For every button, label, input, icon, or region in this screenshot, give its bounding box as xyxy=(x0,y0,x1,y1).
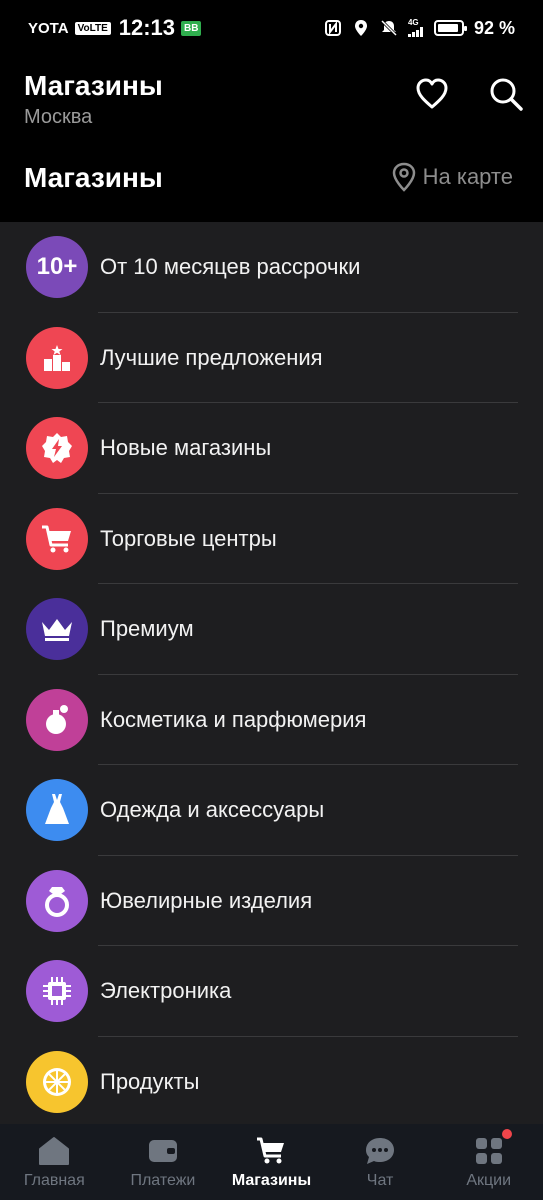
category-icon-bg xyxy=(26,1050,88,1113)
crown-icon xyxy=(42,619,72,642)
category-list: 10+ От 10 месяцев рассрочки Лучшие предл… xyxy=(0,222,543,1124)
category-item-best-offers[interactable]: Лучшие предложения xyxy=(0,313,543,403)
category-item-electronics[interactable]: Электроника xyxy=(0,946,543,1037)
category-icon-bg xyxy=(26,326,88,389)
tab-payments[interactable]: Платежи xyxy=(109,1124,218,1200)
category-icon-bg: 10+ xyxy=(26,236,88,299)
cart-icon xyxy=(42,525,71,553)
cart-icon xyxy=(257,1137,285,1164)
favorites-button[interactable] xyxy=(412,74,452,114)
category-item-clothing[interactable]: Одежда и аксессуары xyxy=(0,765,543,856)
cart-icon-wrap xyxy=(254,1134,288,1168)
category-icon-bg xyxy=(26,869,88,932)
status-left: YOTA VoLTE 12:13 BB xyxy=(28,15,202,41)
lemon-icon xyxy=(43,1067,71,1096)
map-pin-icon xyxy=(392,162,415,192)
search-button[interactable] xyxy=(486,74,526,114)
category-item-installment[interactable]: 10+ От 10 месяцев рассрочки xyxy=(0,222,543,313)
category-icon-bg xyxy=(26,417,88,480)
volte-badge: VoLTE xyxy=(74,21,111,35)
tab-promotions[interactable]: Акции xyxy=(434,1124,543,1200)
category-item-groceries[interactable]: Продукты xyxy=(0,1037,543,1125)
nfc-icon xyxy=(324,20,341,36)
search-icon xyxy=(490,78,523,111)
page-title: Магазины xyxy=(24,70,163,101)
category-label: Лучшие предложения xyxy=(100,344,323,370)
tab-chat[interactable]: Чат xyxy=(326,1124,435,1200)
ring-icon xyxy=(45,886,69,917)
map-link[interactable]: На карте xyxy=(391,162,513,192)
tab-stores[interactable]: Магазины xyxy=(217,1124,326,1200)
new-badge-icon xyxy=(42,433,72,464)
category-item-malls[interactable]: Торговые центры xyxy=(0,494,543,584)
category-item-cosmetics[interactable]: Косметика и парфюмерия xyxy=(0,675,543,765)
tab-label: Платежи xyxy=(130,1172,196,1189)
podium-icon xyxy=(44,344,70,371)
network-indicator: 4G xyxy=(407,18,424,37)
category-item-jewelry[interactable]: Ювелирные изделия xyxy=(0,856,543,946)
category-label: Косметика и парфюмерия xyxy=(100,706,367,732)
notification-dot xyxy=(501,1129,512,1139)
home-icon-wrap xyxy=(37,1134,71,1168)
bottom-tab-bar: Главная Платежи Магазины Чат Акции xyxy=(0,1124,543,1200)
tab-label: Магазины xyxy=(231,1172,312,1189)
category-icon-bg xyxy=(26,688,88,751)
category-label: Ювелирные изделия xyxy=(100,887,313,913)
heart-icon xyxy=(416,78,448,109)
app-header: Магазины Москва xyxy=(0,56,543,146)
map-link-label: На карте xyxy=(422,164,513,189)
category-label: Продукты xyxy=(100,1068,200,1094)
signal-icon xyxy=(407,27,423,37)
chat-icon-wrap xyxy=(363,1134,397,1168)
tab-label: Чат xyxy=(366,1172,394,1189)
category-icon-bg xyxy=(26,598,88,661)
category-icon-bg xyxy=(26,507,88,570)
status-right: 4G 92 % xyxy=(324,18,515,39)
mute-icon xyxy=(380,19,398,37)
tab-label: Главная xyxy=(23,1172,85,1189)
category-item-premium[interactable]: Премиум xyxy=(0,584,543,675)
grid-icon-wrap xyxy=(472,1134,506,1168)
status-bar: YOTA VoLTE 12:13 BB 4G 92 % xyxy=(0,0,543,56)
home-icon xyxy=(39,1137,70,1165)
chat-icon xyxy=(366,1138,395,1164)
battery-icon xyxy=(433,20,467,36)
carrier-name: YOTA xyxy=(28,19,69,37)
perfume-icon xyxy=(46,704,68,734)
category-icon-bg xyxy=(26,960,88,1023)
clock: 12:13 xyxy=(118,15,176,40)
category-label: Одежда и аксессуары xyxy=(100,797,325,823)
section-header: Магазины На карте xyxy=(0,146,543,222)
vb-badge: BB xyxy=(181,20,202,36)
city-selector[interactable]: Москва xyxy=(24,106,92,129)
location-icon xyxy=(354,20,367,36)
category-icon-bg xyxy=(26,779,88,842)
category-label: Электроника xyxy=(100,978,232,1004)
wallet-icon xyxy=(148,1140,177,1162)
network-type: 4G xyxy=(407,18,419,27)
category-label: Новые магазины xyxy=(100,435,272,461)
category-item-new-stores[interactable]: Новые магазины xyxy=(0,403,543,494)
ten-plus-icon: 10+ xyxy=(36,253,78,281)
category-label: Премиум xyxy=(100,616,194,642)
wallet-icon-wrap xyxy=(146,1134,180,1168)
grid-icon xyxy=(475,1138,502,1164)
tab-label: Акции xyxy=(466,1172,512,1189)
section-title: Магазины xyxy=(24,162,163,193)
battery-percent: 92 % xyxy=(473,17,515,38)
tab-home[interactable]: Главная xyxy=(0,1124,109,1200)
category-label: От 10 месяцев рассрочки xyxy=(100,254,361,280)
chip-icon xyxy=(43,977,71,1006)
dress-icon xyxy=(45,794,69,825)
category-label: Торговые центры xyxy=(100,525,277,551)
